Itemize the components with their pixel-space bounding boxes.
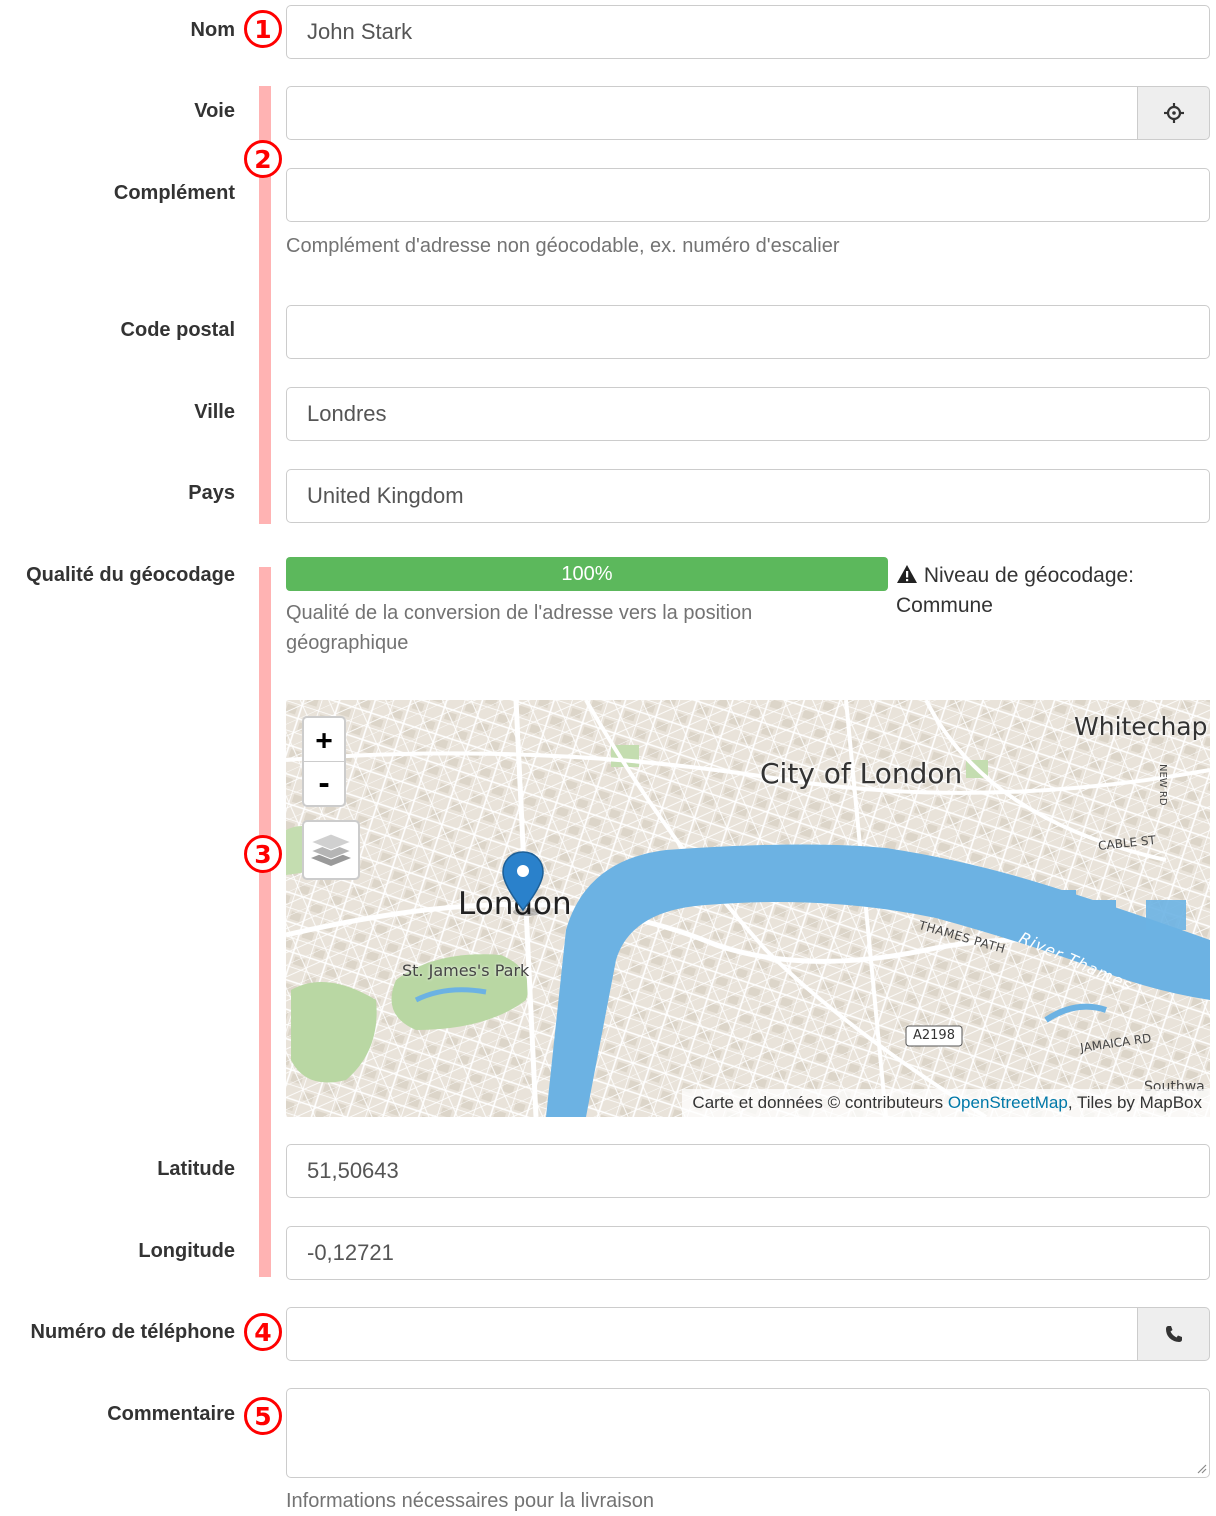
map[interactable]: City of London London Whitechap St. Jame… <box>286 700 1210 1117</box>
code-postal-label: Code postal <box>120 319 235 341</box>
zoom-in-button[interactable]: + <box>304 718 344 762</box>
map-label-city-of-london: City of London <box>760 757 963 790</box>
warning-icon <box>897 565 917 583</box>
geocoding-level: Niveau de géocodage: Commune <box>896 561 1134 621</box>
locate-address-button[interactable] <box>1138 86 1210 140</box>
openstreetmap-link[interactable]: OpenStreetMap <box>948 1093 1068 1112</box>
voie-input[interactable] <box>286 86 1138 140</box>
complement-input[interactable] <box>286 168 1210 222</box>
annotation-2: 2 <box>244 140 282 178</box>
map-attribution: Carte et données © contributeurs OpenStr… <box>682 1089 1210 1117</box>
nom-input[interactable]: John Stark <box>286 5 1210 59</box>
telephone-label: Numéro de téléphone <box>30 1321 235 1343</box>
attribution-suffix: , Tiles by MapBox <box>1067 1093 1202 1112</box>
commentaire-textarea[interactable] <box>286 1388 1210 1478</box>
commentaire-help: Informations nécessaires pour la livrais… <box>286 1490 654 1512</box>
complement-help: Complément d'adresse non géocodable, ex.… <box>286 235 840 257</box>
geocoding-progress-bar: 100% <box>286 557 888 591</box>
layers-button[interactable] <box>302 820 360 880</box>
map-tiles[interactable] <box>286 700 1210 1117</box>
zoom-out-button[interactable]: - <box>304 762 344 805</box>
annotation-bar-geocoding <box>259 567 271 1277</box>
annotation-1: 1 <box>244 10 282 48</box>
longitude-input[interactable]: -0,12721 <box>286 1226 1210 1280</box>
zoom-control: + - <box>302 716 346 807</box>
map-label-a2198: A2198 <box>913 1028 955 1043</box>
map-label-st-james-park: St. James's Park <box>402 961 530 980</box>
latitude-label: Latitude <box>157 1158 235 1180</box>
crosshairs-icon <box>1163 103 1184 123</box>
layers-icon <box>309 833 353 866</box>
location-marker-icon[interactable] <box>501 850 545 916</box>
ville-label: Ville <box>194 401 235 423</box>
geocoding-help-line1: Qualité de la conversion de l'adresse ve… <box>286 602 753 624</box>
attribution-prefix: Carte et données © contributeurs <box>692 1093 948 1112</box>
geocoding-level-label: Niveau de géocodage: <box>923 564 1135 587</box>
longitude-label: Longitude <box>138 1240 235 1262</box>
map-label-new-rd: NEW RD <box>1157 764 1168 806</box>
geocoding-level-value: Commune <box>896 594 993 617</box>
nom-label: Nom <box>190 19 235 41</box>
phone-icon <box>1165 1326 1182 1342</box>
complement-label: Complément <box>113 182 235 204</box>
latitude-input[interactable]: 51,50643 <box>286 1144 1210 1198</box>
map-label-whitechapel: Whitechap <box>1074 712 1208 741</box>
ville-input[interactable]: Londres <box>286 387 1210 441</box>
code-postal-input[interactable] <box>286 305 1210 359</box>
commentaire-label: Commentaire <box>107 1403 235 1425</box>
pays-label: Pays <box>188 482 235 504</box>
geocoding-quality-label: Qualité du géocodage <box>26 564 235 586</box>
geocoding-progress: 100% <box>286 557 888 591</box>
resize-handle-icon[interactable] <box>1195 1462 1207 1474</box>
call-button[interactable] <box>1138 1307 1210 1361</box>
geocoding-help-line2: géographique <box>286 632 409 654</box>
annotation-5: 5 <box>244 1397 282 1435</box>
pays-input[interactable]: United Kingdom <box>286 469 1210 523</box>
annotation-3: 3 <box>244 835 282 873</box>
annotation-4: 4 <box>244 1313 282 1351</box>
geocoding-help: Qualité de la conversion de l'adresse ve… <box>286 598 752 658</box>
voie-label: Voie <box>194 100 235 122</box>
telephone-input[interactable] <box>286 1307 1138 1361</box>
